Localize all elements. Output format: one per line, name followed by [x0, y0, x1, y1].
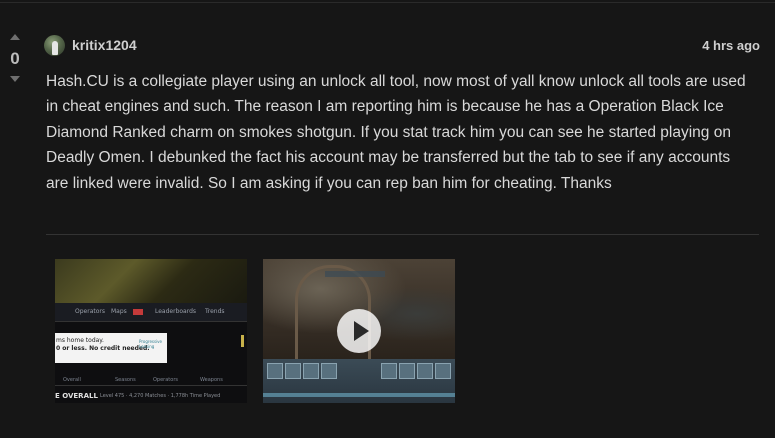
- avatar[interactable]: [44, 35, 65, 56]
- nav-item: Trends: [205, 308, 225, 315]
- stats-summary: Level 475 · 4,270 Matches · 1,778h Time …: [100, 393, 221, 399]
- post-timestamp[interactable]: 4 hrs ago: [702, 38, 760, 53]
- stats-tab: Overall: [63, 377, 81, 383]
- ad-brand: Progressive Leasing: [139, 339, 163, 349]
- image-attachment-thumbnail[interactable]: Operators Maps Leaderboards Trends ms ho…: [55, 259, 247, 403]
- play-icon[interactable]: [337, 309, 381, 353]
- overall-heading: E OVERALL: [55, 392, 98, 400]
- upvote-icon[interactable]: [10, 34, 20, 40]
- downvote-icon[interactable]: [10, 76, 20, 82]
- hud-top: [325, 271, 385, 277]
- side-accent: [241, 335, 244, 347]
- hud-progress: [263, 393, 455, 397]
- post-body: Hash.CU is a collegiate player using an …: [46, 73, 746, 192]
- ad-banner: ms home today. 0 or less. No credit need…: [55, 333, 167, 363]
- video-attachment-thumbnail[interactable]: [263, 259, 455, 403]
- stats-tab: Weapons: [200, 377, 223, 383]
- stats-tab: Operators: [153, 377, 178, 383]
- ad-text: 0 or less. No credit needed.: [56, 345, 150, 352]
- nav-item: Operators: [75, 308, 105, 315]
- new-badge: [133, 309, 143, 315]
- content-divider: [46, 234, 759, 235]
- vote-widget: 0: [4, 30, 26, 82]
- author-username[interactable]: kritix1204: [72, 37, 137, 53]
- stats-tabs: Overall Seasons Operators Weapons: [55, 375, 247, 386]
- top-divider: [0, 2, 775, 3]
- post-header: kritix1204 4 hrs ago: [44, 34, 760, 58]
- vote-count: 0: [10, 49, 20, 68]
- stats-tab: Seasons: [115, 377, 136, 383]
- ad-text: ms home today.: [56, 337, 104, 344]
- site-nav-bar: Operators Maps Leaderboards Trends: [55, 303, 247, 322]
- nav-item: Leaderboards: [155, 308, 197, 315]
- game-artwork-banner: [55, 259, 247, 303]
- nav-item: Maps: [111, 308, 127, 315]
